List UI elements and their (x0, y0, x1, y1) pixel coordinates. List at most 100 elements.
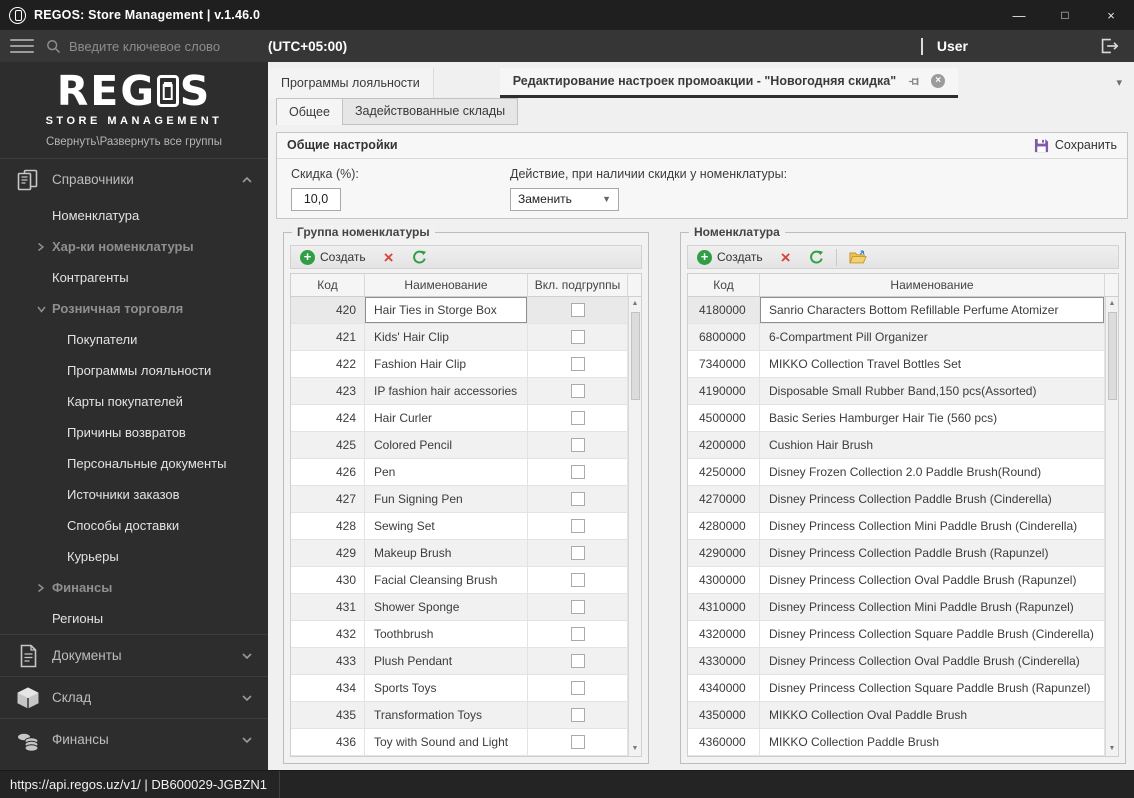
create-button[interactable]: + Создать (688, 246, 772, 268)
create-button[interactable]: + Создать (291, 246, 375, 268)
column-header-name[interactable]: Наименование (760, 274, 1105, 296)
table-row[interactable]: 4360000 MIKKO Collection Paddle Brush (688, 729, 1105, 756)
sidebar-item-хар-ки-номенклатуры[interactable]: Хар-ки номенклатуры (0, 231, 268, 262)
scroll-thumb[interactable] (630, 312, 640, 400)
table-row[interactable]: 4300000 Disney Princess Collection Oval P… (688, 567, 1105, 594)
sidebar-item-карты-покупателей[interactable]: Карты покупателей (0, 386, 268, 417)
include-subgroups-checkbox[interactable] (570, 519, 585, 533)
tab-promo-edit[interactable]: Редактирование настроек промоакции - "Но… (499, 68, 959, 98)
include-subgroups-checkbox[interactable] (570, 465, 585, 479)
sidebar-item-покупатели[interactable]: Покупатели (0, 324, 268, 355)
table-row[interactable]: 6800000 6-Compartment Pill Organizer (688, 324, 1105, 351)
table-row[interactable]: 434 Sports Toys (291, 675, 628, 702)
table-row[interactable]: 425 Colored Pencil (291, 432, 628, 459)
scroll-up-icon[interactable]: ▲ (632, 297, 639, 311)
table-row[interactable]: 7340000 MIKKO Collection Travel Bottles S… (688, 351, 1105, 378)
collapse-all-groups-link[interactable]: Свернуть\Развернуть все группы (0, 136, 268, 148)
include-subgroups-checkbox[interactable] (570, 681, 585, 695)
tab-loyalty-programs[interactable]: Программы лояльности (268, 68, 434, 98)
include-subgroups-checkbox[interactable] (570, 573, 585, 587)
table-row[interactable]: 4330000 Disney Princess Collection Oval P… (688, 648, 1105, 675)
table-row[interactable]: 4500000 Basic Series Hamburger Hair Tie (… (688, 405, 1105, 432)
sidebar-item-контрагенты[interactable]: Контрагенты (0, 262, 268, 293)
table-row[interactable]: 4290000 Disney Princess Collection Paddle… (688, 540, 1105, 567)
sidebar-item-программы-лояльности[interactable]: Программы лояльности (0, 355, 268, 386)
column-header-name[interactable]: Наименование (365, 274, 528, 296)
include-subgroups-checkbox[interactable] (570, 492, 585, 506)
table-row[interactable]: 433 Plush Pendant (291, 648, 628, 675)
table-row[interactable]: 4340000 Disney Princess Collection Square… (688, 675, 1105, 702)
save-button[interactable]: Сохранить (1034, 138, 1117, 153)
logout-icon[interactable] (1098, 35, 1120, 57)
tab-close-icon[interactable]: × (931, 74, 946, 89)
table-row[interactable]: 4200000 Cushion Hair Brush (688, 432, 1105, 459)
refresh-button[interactable] (403, 246, 436, 268)
table-row[interactable]: 4320000 Disney Princess Collection Square… (688, 621, 1105, 648)
table-row[interactable]: 428 Sewing Set (291, 513, 628, 540)
scroll-down-icon[interactable]: ▼ (632, 742, 639, 756)
table-row[interactable]: 4180000 Sanrio Characters Bottom Refillab… (688, 297, 1105, 324)
delete-button[interactable]: × (375, 246, 403, 268)
table-row[interactable]: 423 IP fashion hair accessories (291, 378, 628, 405)
table-row[interactable]: 430 Facial Cleansing Brush (291, 567, 628, 594)
include-subgroups-checkbox[interactable] (570, 708, 585, 722)
include-subgroups-checkbox[interactable] (570, 357, 585, 371)
table-row[interactable]: 4350000 MIKKO Collection Oval Paddle Brus… (688, 702, 1105, 729)
table-row[interactable]: 4310000 Disney Princess Collection Mini P… (688, 594, 1105, 621)
tab-involved-warehouses[interactable]: Задействованные склады (342, 97, 519, 125)
maximize-button[interactable]: □ (1042, 0, 1088, 30)
include-subgroups-checkbox[interactable] (570, 303, 585, 317)
refresh-button[interactable] (800, 246, 833, 268)
include-subgroups-checkbox[interactable] (570, 411, 585, 425)
include-subgroups-checkbox[interactable] (570, 330, 585, 344)
table-row[interactable]: 4250000 Disney Frozen Collection 2.0 Padd… (688, 459, 1105, 486)
sidebar-item-способы-доставки[interactable]: Способы доставки (0, 510, 268, 541)
tab-general[interactable]: Общее (276, 97, 343, 125)
table-row[interactable]: 420 Hair Ties in Storge Box (291, 297, 628, 324)
discount-input[interactable] (291, 187, 341, 211)
menu-icon[interactable] (10, 39, 34, 53)
sidebar-item-персональные-документы[interactable]: Персональные документы (0, 448, 268, 479)
action-select[interactable]: Заменить ▼ (510, 187, 619, 211)
table-row[interactable]: 435 Transformation Toys (291, 702, 628, 729)
include-subgroups-checkbox[interactable] (570, 546, 585, 560)
pick-from-catalog-button[interactable] (840, 246, 876, 268)
table-row[interactable]: 421 Kids' Hair Clip (291, 324, 628, 351)
sidebar-item-источники-заказов[interactable]: Источники заказов (0, 479, 268, 510)
scroll-down-icon[interactable]: ▼ (1109, 742, 1116, 756)
include-subgroups-checkbox[interactable] (570, 627, 585, 641)
sidebar-group-склад[interactable]: Склад (0, 676, 268, 718)
sidebar-group-справочники[interactable]: Справочники (0, 158, 268, 200)
user-name[interactable]: User (937, 38, 968, 54)
table-row[interactable]: 431 Shower Sponge (291, 594, 628, 621)
pin-icon[interactable] (908, 75, 921, 88)
table-row[interactable]: 432 Toothbrush (291, 621, 628, 648)
table-row[interactable]: 422 Fashion Hair Clip (291, 351, 628, 378)
table-row[interactable]: 427 Fun Signing Pen (291, 486, 628, 513)
include-subgroups-checkbox[interactable] (570, 384, 585, 398)
include-subgroups-checkbox[interactable] (570, 600, 585, 614)
tab-list-chevron-icon[interactable]: ▾ (1116, 76, 1122, 89)
column-header-subgroups[interactable]: Вкл. подгруппы (528, 274, 628, 296)
close-button[interactable]: × (1088, 0, 1134, 30)
sidebar-item-номенклатура[interactable]: Номенклатура (0, 200, 268, 231)
sidebar-item-финансы[interactable]: Финансы (0, 572, 268, 603)
table-row[interactable]: 424 Hair Curler (291, 405, 628, 432)
scroll-up-icon[interactable]: ▲ (1109, 297, 1116, 311)
nomenclature-table-scrollbar[interactable]: ▲ ▼ (1105, 297, 1118, 756)
delete-button[interactable]: × (772, 246, 800, 268)
table-row[interactable]: 4190000 Disposable Small Rubber Band,150 … (688, 378, 1105, 405)
sidebar-item-курьеры[interactable]: Курьеры (0, 541, 268, 572)
sidebar-group-финансы[interactable]: Финансы (0, 718, 268, 760)
group-table-scrollbar[interactable]: ▲ ▼ (628, 297, 641, 756)
table-row[interactable]: 426 Pen (291, 459, 628, 486)
minimize-button[interactable]: — (996, 0, 1042, 30)
include-subgroups-checkbox[interactable] (570, 438, 585, 452)
sidebar-group-документы[interactable]: Документы (0, 634, 268, 676)
scroll-thumb[interactable] (1107, 312, 1117, 400)
table-row[interactable]: 4270000 Disney Princess Collection Paddle… (688, 486, 1105, 513)
include-subgroups-checkbox[interactable] (570, 735, 585, 749)
table-row[interactable]: 429 Makeup Brush (291, 540, 628, 567)
table-row[interactable]: 4280000 Disney Princess Collection Mini P… (688, 513, 1105, 540)
column-header-code[interactable]: Код (688, 274, 760, 296)
